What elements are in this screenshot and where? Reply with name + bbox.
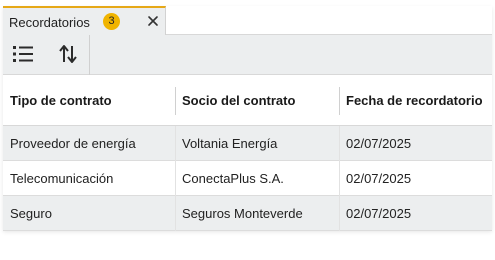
close-icon[interactable] <box>144 12 162 30</box>
list-icon[interactable] <box>9 39 39 69</box>
cell-socio: Voltania Energía <box>182 136 278 151</box>
count-badge: 3 <box>103 13 120 30</box>
reminders-table: Tipo de contrato Socio del contrato Fech… <box>3 75 492 231</box>
cell-socio: Seguros Monteverde <box>182 206 303 221</box>
table-row[interactable]: Seguro Seguros Monteverde 02/07/2025 <box>3 196 492 231</box>
cell-fecha: 02/07/2025 <box>346 171 412 186</box>
cell-tipo: Seguro <box>10 206 52 221</box>
reminders-panel: Recordatorios 3 Tipo de contrato Socio d… <box>3 6 492 231</box>
toolbar <box>3 35 492 75</box>
table-row[interactable]: Telecomunicación ConectaPlus S.A. 02/07/… <box>3 161 492 196</box>
tab-label: Recordatorios <box>9 15 90 30</box>
column-header-fecha[interactable]: Fecha de recordatorio <box>339 75 492 126</box>
cell-tipo: Telecomunicación <box>10 171 114 186</box>
cell-fecha: 02/07/2025 <box>346 136 412 151</box>
cell-socio: ConectaPlus S.A. <box>182 171 284 186</box>
column-header-tipo[interactable]: Tipo de contrato <box>3 75 175 126</box>
cell-fecha: 02/07/2025 <box>346 206 412 221</box>
table-row[interactable]: Proveedor de energía Voltania Energía 02… <box>3 126 492 161</box>
sort-icon[interactable] <box>53 39 83 69</box>
column-header-socio[interactable]: Socio del contrato <box>175 75 339 126</box>
tab-strip: Recordatorios 3 <box>3 6 492 35</box>
cell-tipo: Proveedor de energía <box>10 136 136 151</box>
tab-recordatorios[interactable]: Recordatorios 3 <box>3 6 166 35</box>
table-header: Tipo de contrato Socio del contrato Fech… <box>3 75 492 126</box>
toolbar-divider <box>89 35 90 75</box>
